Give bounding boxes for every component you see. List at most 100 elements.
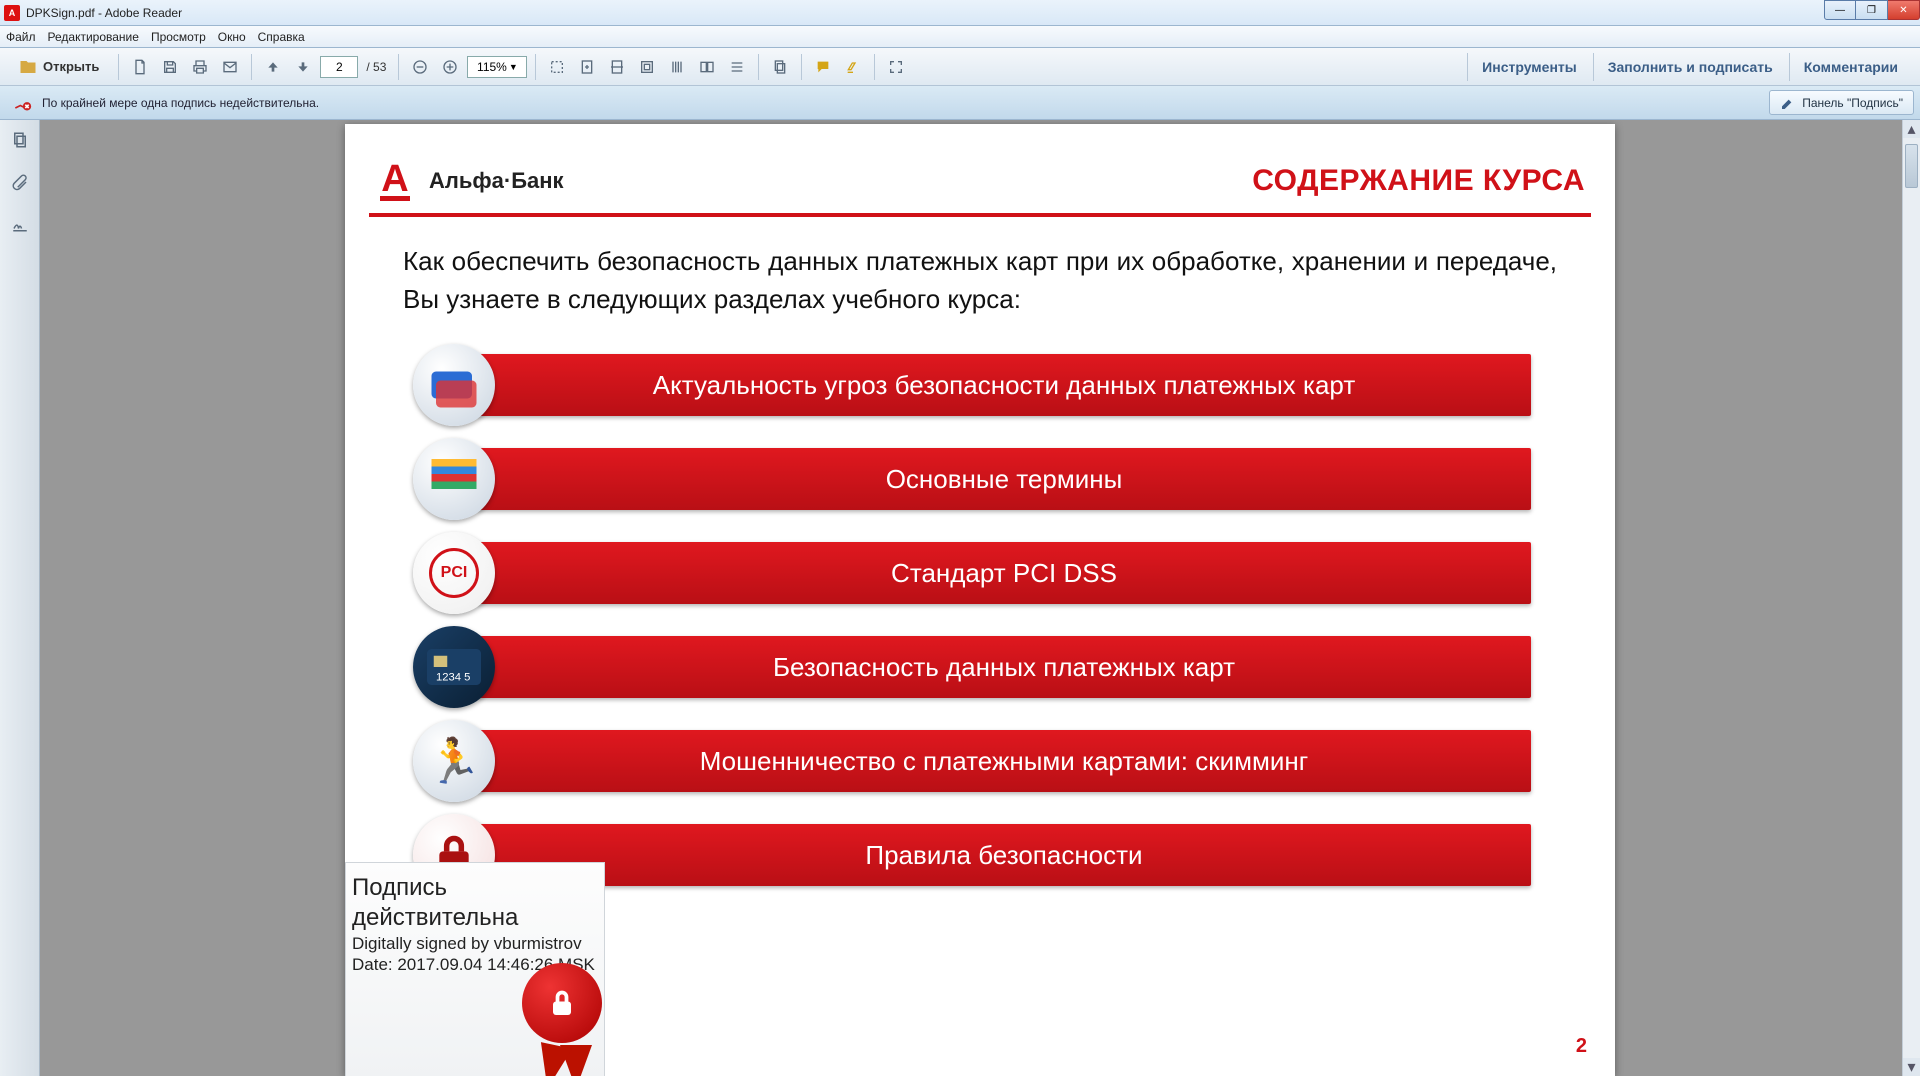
separator xyxy=(801,54,802,80)
save-button[interactable] xyxy=(157,54,183,80)
copy-button[interactable] xyxy=(767,54,793,80)
menu-bar: Файл Редактирование Просмотр Окно Справк… xyxy=(0,26,1920,48)
floppy-icon xyxy=(162,59,178,75)
fit-page-button[interactable] xyxy=(634,54,660,80)
page-arrows-icon xyxy=(579,59,595,75)
hand-tool-button[interactable] xyxy=(574,54,600,80)
scroll-down-button[interactable]: ▾ xyxy=(1903,1058,1920,1076)
thumbnails-panel-button[interactable] xyxy=(8,128,32,152)
section-label: Мошенничество с платежными картами: ским… xyxy=(477,730,1531,792)
intro-text: Как обеспечить безопасность данных плате… xyxy=(369,217,1591,348)
columns-icon xyxy=(669,59,685,75)
svg-text:1234 5: 1234 5 xyxy=(436,672,470,684)
page-down-button[interactable] xyxy=(290,54,316,80)
page-up-button[interactable] xyxy=(260,54,286,80)
attachments-panel-button[interactable] xyxy=(8,170,32,194)
view-two-page-button[interactable] xyxy=(694,54,720,80)
brand-logo: А Альфа·Банк xyxy=(375,160,564,201)
menu-view[interactable]: Просмотр xyxy=(151,30,206,44)
zoom-in-button[interactable] xyxy=(437,54,463,80)
maximize-button[interactable]: ❐ xyxy=(1856,0,1888,20)
menu-help[interactable]: Справка xyxy=(258,30,305,44)
section-label: Основные термины xyxy=(477,448,1531,510)
app-icon: A xyxy=(4,5,20,21)
scroll-thumb[interactable] xyxy=(1905,144,1918,188)
plus-icon xyxy=(442,59,458,75)
window-controls: — ❐ ✕ xyxy=(1824,0,1920,20)
zoom-out-button[interactable] xyxy=(407,54,433,80)
close-button[interactable]: ✕ xyxy=(1888,0,1920,20)
minus-icon xyxy=(412,59,428,75)
tab-fill-sign[interactable]: Заполнить и подписать xyxy=(1593,53,1787,81)
select-tool-button[interactable] xyxy=(544,54,570,80)
document-viewport[interactable]: А Альфа·Банк СОДЕРЖАНИЕ КУРСА Как обеспе… xyxy=(40,120,1920,1076)
zoom-select[interactable]: 115%▼ xyxy=(467,56,527,78)
list-icon xyxy=(729,59,745,75)
expand-icon xyxy=(888,59,904,75)
page-title: СОДЕРЖАНИЕ КУРСА xyxy=(1252,164,1585,198)
open-label: Открыть xyxy=(43,59,99,74)
signature-panel-button[interactable]: Панель "Подпись" xyxy=(1769,90,1914,115)
menu-edit[interactable]: Редактирование xyxy=(48,30,139,44)
separator xyxy=(118,54,119,80)
menu-window[interactable]: Окно xyxy=(218,30,246,44)
signature-stamp[interactable]: Подпись действительна Digitally signed b… xyxy=(345,862,605,1076)
tab-comments[interactable]: Комментарии xyxy=(1789,53,1912,81)
open-file-button[interactable]: Открыть xyxy=(8,54,110,80)
toolbar-right-tabs: Инструменты Заполнить и подписать Коммен… xyxy=(1467,53,1912,81)
signatures-panel-button[interactable] xyxy=(8,212,32,236)
stamp-signed-by: Digitally signed by vburmistrov xyxy=(352,933,598,954)
chevron-down-icon: ▼ xyxy=(509,62,518,72)
menu-file[interactable]: Файл xyxy=(6,30,36,44)
page-total-label: / 53 xyxy=(366,60,386,74)
paperclip-icon xyxy=(11,173,29,191)
separator xyxy=(874,54,875,80)
main-area: А Альфа·Банк СОДЕРЖАНИЕ КУРСА Как обеспе… xyxy=(0,120,1920,1076)
list-item: 1234 5 Безопасность данных платежных кар… xyxy=(419,630,1531,704)
section-label: Стандарт PCI DSS xyxy=(477,542,1531,604)
tab-tools[interactable]: Инструменты xyxy=(1467,53,1591,81)
arrow-up-icon xyxy=(265,59,281,75)
pen-icon xyxy=(1780,95,1796,111)
signature-icon xyxy=(11,215,29,233)
page-number-input[interactable] xyxy=(320,56,358,78)
pci-icon: PCI xyxy=(413,532,495,614)
view-continuous-button[interactable] xyxy=(724,54,750,80)
scroll-track[interactable] xyxy=(1903,138,1920,1058)
thief-icon: 🏃 xyxy=(413,720,495,802)
highlight-button[interactable] xyxy=(840,54,866,80)
main-toolbar: Открыть / 53 115%▼ Инструменты Заполнить… xyxy=(0,48,1920,86)
separator xyxy=(398,54,399,80)
pdf-page: А Альфа·Банк СОДЕРЖАНИЕ КУРСА Как обеспе… xyxy=(345,124,1615,1076)
brand-name: Альфа·Банк xyxy=(429,168,564,194)
zoom-value: 115% xyxy=(477,60,507,74)
separator xyxy=(251,54,252,80)
view-single-button[interactable] xyxy=(664,54,690,80)
signature-status-bar: По крайней мере одна подпись недействите… xyxy=(0,86,1920,120)
cards-icon xyxy=(413,344,495,426)
highlight-icon xyxy=(845,59,861,75)
course-sections-list: Актуальность угроз безопасности данных п… xyxy=(369,348,1591,892)
note-button[interactable] xyxy=(810,54,836,80)
minimize-button[interactable]: — xyxy=(1824,0,1856,20)
navigation-sidepanel xyxy=(0,120,40,1076)
speech-bubble-icon xyxy=(815,59,831,75)
separator xyxy=(758,54,759,80)
fullscreen-button[interactable] xyxy=(883,54,909,80)
stamp-title-1: Подпись xyxy=(352,873,598,903)
page-header: А Альфа·Банк СОДЕРЖАНИЕ КУРСА xyxy=(369,160,1591,217)
email-button[interactable] xyxy=(217,54,243,80)
vertical-scrollbar[interactable]: ▴ ▾ xyxy=(1902,120,1920,1076)
list-item: Актуальность угроз безопасности данных п… xyxy=(419,348,1531,422)
print-button[interactable] xyxy=(187,54,213,80)
marquee-icon xyxy=(549,59,565,75)
page-number: 2 xyxy=(1576,1035,1587,1058)
scroll-up-button[interactable]: ▴ xyxy=(1903,120,1920,138)
section-label: Актуальность угроз безопасности данных п… xyxy=(477,354,1531,416)
fit-width-button[interactable] xyxy=(604,54,630,80)
list-item: 🏃 Мошенничество с платежными картами: ск… xyxy=(419,724,1531,798)
folder-icon xyxy=(19,58,37,76)
new-from-clipboard-button[interactable] xyxy=(127,54,153,80)
two-page-icon xyxy=(699,59,715,75)
copy-icon xyxy=(772,59,788,75)
